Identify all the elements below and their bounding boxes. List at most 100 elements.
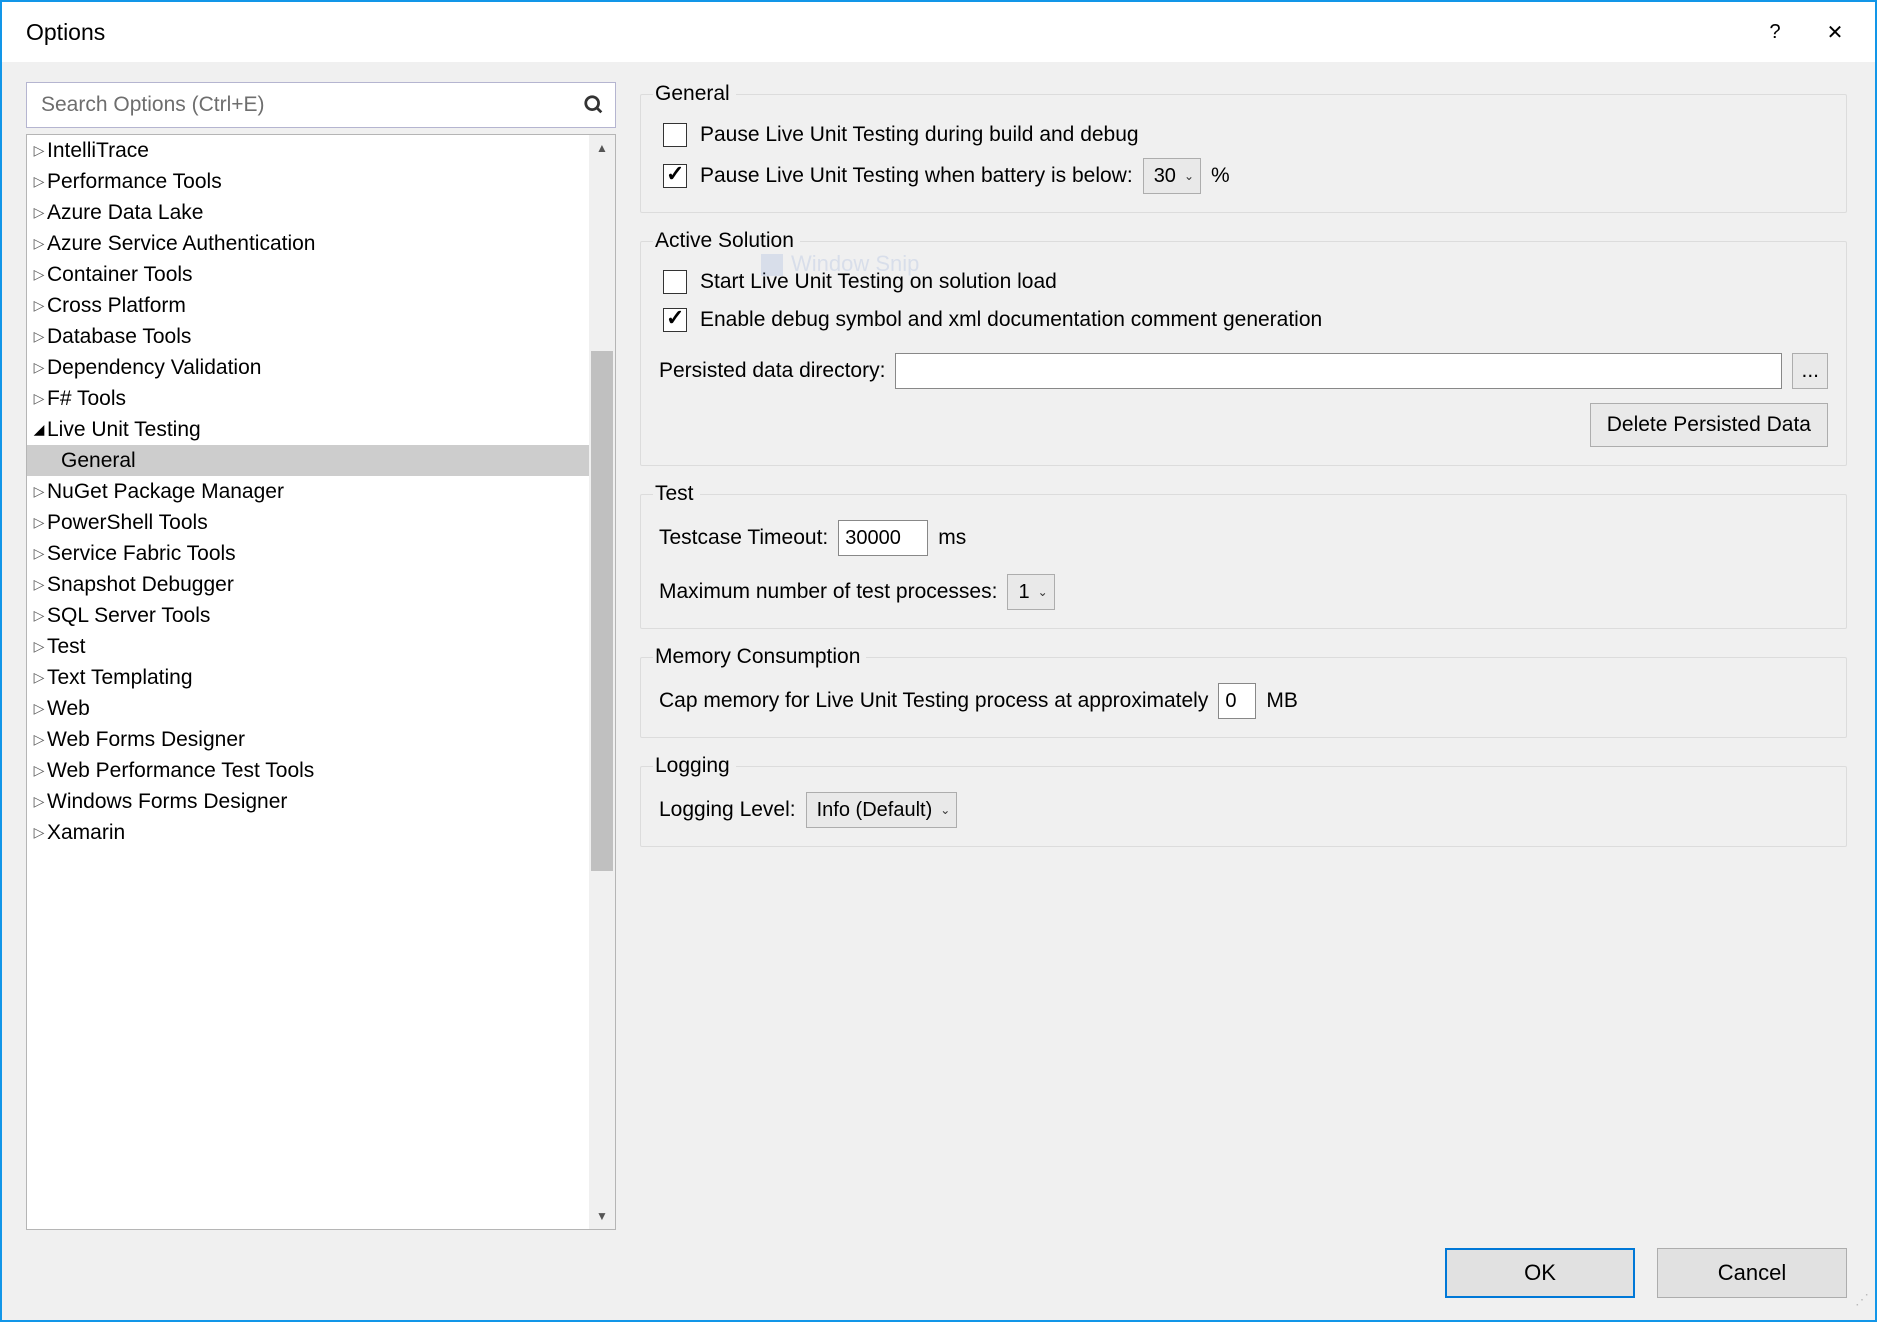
- tree-item[interactable]: ▷Performance Tools: [27, 166, 589, 197]
- data-dir-input[interactable]: [895, 353, 1782, 389]
- data-dir-label: Persisted data directory:: [659, 359, 885, 383]
- tree-item[interactable]: ▷Azure Service Authentication: [27, 228, 589, 259]
- tree-item[interactable]: ▷NuGet Package Manager: [27, 476, 589, 507]
- tree-item[interactable]: ▷Windows Forms Designer: [27, 786, 589, 817]
- tree-item[interactable]: ▷Web: [27, 693, 589, 724]
- tree-item[interactable]: ▷Service Fabric Tools: [27, 538, 589, 569]
- tree-item[interactable]: ▷Database Tools: [27, 321, 589, 352]
- tree-item-label: Web: [47, 697, 90, 721]
- delete-persisted-data-button[interactable]: Delete Persisted Data: [1590, 403, 1828, 447]
- active-solution-legend: Active Solution: [653, 229, 800, 253]
- battery-threshold-value: 30: [1154, 165, 1176, 188]
- tree-item[interactable]: ▷Cross Platform: [27, 290, 589, 321]
- tree-item[interactable]: ▷PowerShell Tools: [27, 507, 589, 538]
- scroll-down-button[interactable]: ▼: [589, 1203, 615, 1229]
- tree-item[interactable]: ▷Azure Data Lake: [27, 197, 589, 228]
- arrow-right-icon: ▷: [31, 576, 47, 593]
- pause-battery-checkbox[interactable]: [663, 164, 687, 188]
- enable-debug-label[interactable]: Enable debug symbol and xml documentatio…: [700, 308, 1322, 332]
- tree-item[interactable]: ▷Web Performance Test Tools: [27, 755, 589, 786]
- data-dir-row: Persisted data directory: ...: [659, 353, 1828, 389]
- tree-item-label: Azure Data Lake: [47, 201, 203, 225]
- pause-build-label[interactable]: Pause Live Unit Testing during build and…: [700, 123, 1139, 147]
- tree-item[interactable]: ▷IntelliTrace: [27, 135, 589, 166]
- arrow-right-icon: ▷: [31, 824, 47, 841]
- tree-item[interactable]: ▷Web Forms Designer: [27, 724, 589, 755]
- cap-input[interactable]: [1218, 683, 1256, 719]
- arrow-right-icon: ▷: [31, 669, 47, 686]
- cancel-button[interactable]: Cancel: [1657, 1248, 1847, 1298]
- arrow-right-icon: ▷: [31, 328, 47, 345]
- tree-scrollbar[interactable]: ▲ ▼: [589, 135, 615, 1229]
- chevron-down-icon: ⌄: [940, 803, 950, 817]
- tree-item-label: Cross Platform: [47, 294, 186, 318]
- arrow-right-icon: ▷: [31, 359, 47, 376]
- chevron-down-icon: ⌄: [1038, 585, 1048, 599]
- arrow-right-icon: ▷: [31, 514, 47, 531]
- tree-item[interactable]: ▷Test: [27, 631, 589, 662]
- arrow-right-icon: ▷: [31, 607, 47, 624]
- arrow-down-icon: ◢: [31, 421, 47, 438]
- resize-grip[interactable]: ⋰: [1851, 1296, 1869, 1314]
- tree-item[interactable]: ▷SQL Server Tools: [27, 600, 589, 631]
- start-on-load-label[interactable]: Start Live Unit Testing on solution load: [700, 270, 1057, 294]
- start-on-load-checkbox[interactable]: [663, 270, 687, 294]
- tree-item-label: Web Performance Test Tools: [47, 759, 314, 783]
- tree-item[interactable]: ▷Dependency Validation: [27, 352, 589, 383]
- tree-item[interactable]: ▷Xamarin: [27, 817, 589, 848]
- tree-item[interactable]: ▷Snapshot Debugger: [27, 569, 589, 600]
- browse-button[interactable]: ...: [1792, 353, 1828, 389]
- arrow-right-icon: ▷: [31, 142, 47, 159]
- arrow-right-icon: ▷: [31, 266, 47, 283]
- scroll-up-button[interactable]: ▲: [589, 135, 615, 161]
- pause-battery-label[interactable]: Pause Live Unit Testing when battery is …: [700, 164, 1133, 188]
- tree-item-label: Web Forms Designer: [47, 728, 245, 752]
- procs-combo[interactable]: 1 ⌄: [1007, 574, 1054, 610]
- pause-battery-row: Pause Live Unit Testing when battery is …: [659, 158, 1828, 194]
- ok-button[interactable]: OK: [1445, 1248, 1635, 1298]
- logging-level-combo[interactable]: Info (Default) ⌄: [806, 792, 958, 828]
- tree-item[interactable]: ▷F# Tools: [27, 383, 589, 414]
- tree-item-label: Xamarin: [47, 821, 125, 845]
- tree-item-label: IntelliTrace: [47, 139, 149, 163]
- scroll-thumb[interactable]: [591, 351, 613, 871]
- dialog-body: ▷IntelliTrace▷Performance Tools▷Azure Da…: [2, 62, 1875, 1320]
- timeout-input[interactable]: [838, 520, 928, 556]
- search-icon: [583, 94, 605, 116]
- tree-item-label: Windows Forms Designer: [47, 790, 287, 814]
- memory-legend: Memory Consumption: [653, 645, 866, 669]
- tree-item[interactable]: ◢Live Unit Testing: [27, 414, 589, 445]
- help-button[interactable]: ?: [1745, 7, 1805, 57]
- test-group: Test Testcase Timeout: ms Maximum number…: [640, 482, 1847, 629]
- arrow-right-icon: ▷: [31, 731, 47, 748]
- cap-unit-label: MB: [1266, 689, 1298, 713]
- search-input[interactable]: [39, 92, 583, 118]
- options-tree: ▷IntelliTrace▷Performance Tools▷Azure Da…: [26, 134, 616, 1230]
- tree-item[interactable]: ▷Text Templating: [27, 662, 589, 693]
- cap-row: Cap memory for Live Unit Testing process…: [659, 683, 1828, 719]
- tree-item-label: Test: [47, 635, 86, 659]
- content-area: ▷IntelliTrace▷Performance Tools▷Azure Da…: [2, 62, 1875, 1230]
- enable-debug-checkbox[interactable]: [663, 308, 687, 332]
- tree-item-label: Text Templating: [47, 666, 193, 690]
- tree-item-label: Dependency Validation: [47, 356, 261, 380]
- tree-item-label: Performance Tools: [47, 170, 222, 194]
- window-title: Options: [26, 19, 1745, 46]
- search-box[interactable]: [26, 82, 616, 128]
- procs-value: 1: [1018, 581, 1029, 604]
- tree-item-label: Database Tools: [47, 325, 191, 349]
- scroll-track[interactable]: [589, 161, 615, 1203]
- close-button[interactable]: ✕: [1805, 7, 1865, 57]
- dialog-footer: OK Cancel: [2, 1230, 1875, 1320]
- start-on-load-row: Start Live Unit Testing on solution load: [659, 267, 1828, 297]
- arrow-right-icon: ▷: [31, 235, 47, 252]
- titlebar: Options ? ✕: [2, 2, 1875, 62]
- logging-level-value: Info (Default): [817, 799, 933, 822]
- tree-item[interactable]: ▷Container Tools: [27, 259, 589, 290]
- timeout-label: Testcase Timeout:: [659, 526, 828, 550]
- arrow-right-icon: ▷: [31, 297, 47, 314]
- arrow-right-icon: ▷: [31, 545, 47, 562]
- battery-threshold-combo[interactable]: 30 ⌄: [1143, 158, 1201, 194]
- tree-child-item[interactable]: General: [27, 445, 589, 476]
- pause-build-checkbox[interactable]: [663, 123, 687, 147]
